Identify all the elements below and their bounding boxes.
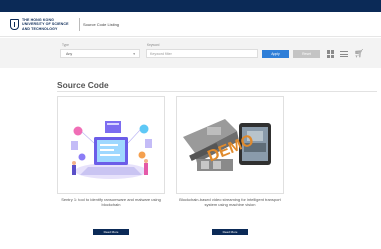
- type-filter-value: Any: [66, 52, 73, 56]
- laptop-network-illustration[interactable]: [58, 97, 164, 193]
- card-1-read-more-button[interactable]: Read More: [93, 229, 129, 235]
- type-filter-label: Type: [62, 43, 69, 47]
- grid-view-icon[interactable]: [327, 50, 335, 58]
- top-brand-bar: [0, 0, 381, 12]
- chevron-down-icon: ▾: [133, 52, 135, 56]
- apply-button[interactable]: Apply: [262, 50, 289, 58]
- list-view-icon[interactable]: [340, 50, 348, 58]
- card-2-read-more-button[interactable]: Read More: [212, 229, 248, 235]
- reset-button[interactable]: Reset: [293, 50, 320, 58]
- filter-bar: Type Any ▾ Keyword Keyword filter Apply …: [0, 38, 381, 68]
- source-code-card-1[interactable]: [57, 96, 165, 194]
- logo-divider: [79, 18, 80, 31]
- university-logo-text[interactable]: THE HONG KONG UNIVERSITY OF SCIENCE AND …: [22, 18, 77, 31]
- university-crest-icon[interactable]: [10, 19, 19, 30]
- type-filter-select[interactable]: Any ▾: [60, 49, 140, 58]
- keyword-input[interactable]: Keyword filter: [146, 49, 258, 58]
- demo-machine-vision-illustration[interactable]: DEMO: [177, 97, 283, 193]
- header-title[interactable]: Source Code Listing: [83, 22, 119, 27]
- card-1-description: Sentry 1: tool to identify ransomware an…: [61, 197, 161, 208]
- keyword-filter-label: Keyword: [147, 43, 160, 47]
- source-code-card-2[interactable]: DEMO: [176, 96, 284, 194]
- section-divider: [57, 91, 377, 92]
- card-2-description: Blockchain-based video streaming for int…: [179, 197, 281, 208]
- cart-icon[interactable]: 🛒︎: [354, 50, 364, 58]
- section-title: Source Code: [57, 80, 109, 90]
- site-header: THE HONG KONG UNIVERSITY OF SCIENCE AND …: [0, 12, 381, 37]
